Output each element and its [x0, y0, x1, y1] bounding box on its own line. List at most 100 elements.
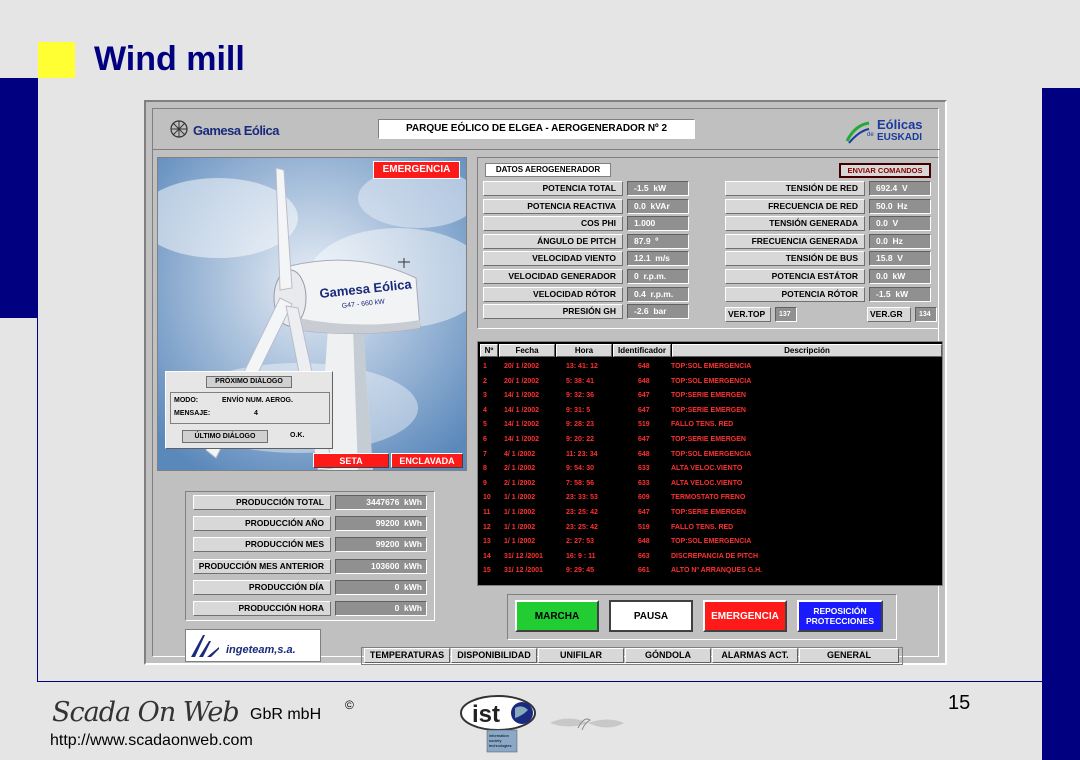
next-dialog-title: PRÓXIMO DIÁLOGO [206, 376, 292, 388]
param-label: TENSIÓN DE RED [725, 181, 865, 196]
alarm-header-fecha: Fecha [499, 344, 555, 357]
alarm-row[interactable]: 6 14/ 1 /2002 9: 20: 22 647 TOP:SERIE EMERGE… [478, 433, 944, 447]
alarm-fecha: 1/ 1 /2002 [504, 494, 536, 502]
alarm-id: 633 [638, 479, 650, 487]
alarm-desc: ALTO Nº ARRANQUES G.H. [671, 567, 763, 575]
param-value: -1.5 kW [869, 286, 931, 302]
tab-disponibilidad[interactable]: DISPONIBILIDAD [451, 648, 537, 663]
alarm-hora: 9: 31: 5 [566, 406, 591, 414]
ver-gr-value: 134 [915, 307, 937, 322]
alarm-row[interactable]: 14 31/ 12 /2001 16: 9 : 11 663 DISCREPANCIA … [478, 550, 944, 564]
tab-gondola[interactable]: GÓNDOLA [625, 648, 711, 663]
ingeteam-mark-icon [191, 635, 219, 657]
alarm-fecha: 2/ 1 /2002 [504, 465, 536, 473]
send-commands-button[interactable]: ENVIAR COMANDOS [839, 163, 931, 178]
param-label: POTENCIA ESTÁTOR [725, 269, 865, 284]
alarm-desc: FALLO TENS. RED [671, 421, 734, 429]
param-label: PRESIÓN GH [483, 304, 623, 320]
alarm-id: 647 [638, 436, 650, 443]
alarm-row[interactable]: 8 2/ 1 /2002 9: 54: 30 633 ALTA VELOC.VIENTO [478, 462, 944, 476]
ver-top-value: 137 [775, 307, 797, 322]
production-value: 103600 kWh [335, 558, 427, 574]
param-label: VELOCIDAD VIENTO [483, 251, 623, 267]
scada-screenshot: Gamesa Eólica PARQUE EÓLICO DE ELGEA - A… [144, 100, 947, 665]
tab-unifilar[interactable]: UNIFILAR [538, 648, 624, 663]
tab-general[interactable]: GENERAL [799, 648, 899, 663]
alarm-row[interactable]: 11 1/ 1 /2002 23: 25: 42 647 TOP:SERIE EMERG… [478, 506, 944, 520]
alarm-header-descripcion: Descripción [672, 344, 942, 357]
param-value: 50.0 Hz [869, 198, 931, 214]
alarm-row[interactable]: 7 4/ 1 /2002 11: 23: 34 648 TOP:SOL EMERGENC… [478, 448, 944, 462]
alarm-hora: 9: 29: 45 [566, 567, 595, 575]
production-label: PRODUCCIÓN TOTAL [193, 495, 331, 510]
swoosh-decoration [550, 718, 624, 731]
param-value: 12.1 m/s [627, 251, 689, 267]
alarm-fecha: 14/ 1 /2002 [504, 406, 540, 414]
seta-button[interactable]: SETA [313, 453, 389, 468]
emergencia-button[interactable]: EMERGENCIA [703, 600, 787, 632]
param-value: 0.0 Hz [869, 233, 931, 249]
alarm-id: 647 [638, 406, 650, 414]
param-value: 692.4 V [869, 181, 931, 196]
alarm-num: 12 [483, 523, 491, 531]
alarm-num: 9 [483, 479, 487, 487]
alarm-desc: ALTA VELOC.VIENTO [671, 479, 743, 487]
param-label: VELOCIDAD GENERADOR [483, 269, 623, 284]
alarm-id: 647 [638, 509, 650, 516]
alarm-row[interactable]: 4 14/ 1 /2002 9: 31: 5 647 TOP:SERIE EMERGEN [478, 404, 944, 418]
ver-top-label: VER.TOP [725, 307, 771, 322]
eolicas-text: Eólicas [877, 117, 923, 132]
alarm-row[interactable]: 12 1/ 1 /2002 23: 25: 42 519 FALLO TENS. RED [478, 521, 944, 535]
alarm-desc: TERMOSTATO FRENO [671, 494, 746, 502]
param-label: TENSIÓN DE BUS [725, 251, 865, 267]
reposicion-button[interactable]: REPOSICIÓN PROTECCIONES [797, 600, 883, 632]
title-accent-square [38, 42, 75, 78]
alarm-id: 647 [638, 392, 650, 400]
alarm-row[interactable]: 5 14/ 1 /2002 9: 28: 23 519 FALLO TENS. RED [478, 418, 944, 432]
param-value: 15.8 V [869, 251, 931, 267]
alarm-fecha: 31/ 12 /2001 [504, 552, 543, 560]
tab-temperaturas[interactable]: TEMPERATURAS [364, 648, 450, 663]
eolicas-euskadi-logo: Eólicas de EUSKADI [845, 115, 929, 147]
marcha-button[interactable]: MARCHA [515, 600, 599, 632]
alarm-row[interactable]: 3 14/ 1 /2002 9: 32: 36 647 TOP:SERIE EMERGE… [478, 389, 944, 403]
alarm-desc: FALLO TENS. RED [671, 523, 734, 531]
production-label: PRODUCCIÓN AÑO [193, 516, 331, 532]
param-value: 0.0 kVAr [627, 198, 689, 214]
alarm-row[interactable]: 10 1/ 1 /2002 23: 33: 53 609 TERMOSTATO FREN… [478, 491, 944, 505]
param-value: -2.6 bar [627, 304, 689, 320]
alarm-row[interactable]: 13 1/ 1 /2002 2: 27: 53 648 TOP:SOL EMERGENC… [478, 535, 944, 549]
alarm-row[interactable]: 15 31/ 12 /2001 9: 29: 45 661 ALTO Nº ARRANQ… [478, 564, 944, 578]
param-label: POTENCIA TOTAL [483, 181, 623, 196]
param-label: COS PHI [483, 216, 623, 232]
alarm-num: 5 [483, 421, 487, 429]
alarm-row[interactable]: 2 20/ 1 /2002 5: 38: 41 648 TOP:SOL EMERGENC… [478, 375, 944, 389]
pausa-button[interactable]: PAUSA [609, 600, 693, 632]
enclavada-button[interactable]: ENCLAVADA [391, 453, 463, 468]
alarm-row[interactable]: 1 20/ 1 /2002 13: 41: 12 648 TOP:SOL EMERGEN… [478, 360, 944, 374]
emergency-badge: EMERGENCIA [373, 161, 460, 179]
alarms-table[interactable]: Nº Fecha Hora Identificador Descripción … [477, 341, 943, 586]
alarm-hora: 16: 9 : 11 [566, 552, 596, 560]
scada-frame: Gamesa Eólica PARQUE EÓLICO DE ELGEA - A… [152, 108, 943, 665]
alarm-desc: TOP:SOL EMERGENCIA [671, 377, 752, 385]
datos-title: DATOS AEROGENERADOR [485, 163, 611, 177]
alarm-desc: TOP:SERIE EMERGEN [671, 406, 746, 414]
production-label: PRODUCCIÓN DÍA [193, 579, 331, 595]
param-value: 87.9 º [627, 233, 689, 249]
alarm-num: 3 [483, 392, 487, 400]
alarm-desc: DISCREPANCIA DE PITCH [671, 552, 759, 560]
svg-text:technologies: technologies [489, 743, 511, 748]
alarm-header-hora: Hora [556, 344, 612, 357]
alarm-id: 663 [638, 552, 650, 560]
alarm-num: 10 [483, 494, 491, 502]
param-label: FRECUENCIA GENERADA [725, 233, 865, 249]
ingeteam-logo: ingeteam,s.a. [185, 629, 321, 662]
modo-label: MODO: [174, 397, 199, 404]
param-value: 0.0 V [869, 216, 931, 232]
ist-logo-text: ist [472, 701, 500, 728]
company-url[interactable]: http://www.scadaonweb.com [50, 732, 253, 750]
alarm-row[interactable]: 9 2/ 1 /2002 7: 58: 56 633 ALTA VELOC.VIENTO [478, 477, 944, 491]
alarm-num: 6 [483, 436, 487, 443]
tab-alarmas-act[interactable]: ALARMAS ACT. [712, 648, 798, 663]
